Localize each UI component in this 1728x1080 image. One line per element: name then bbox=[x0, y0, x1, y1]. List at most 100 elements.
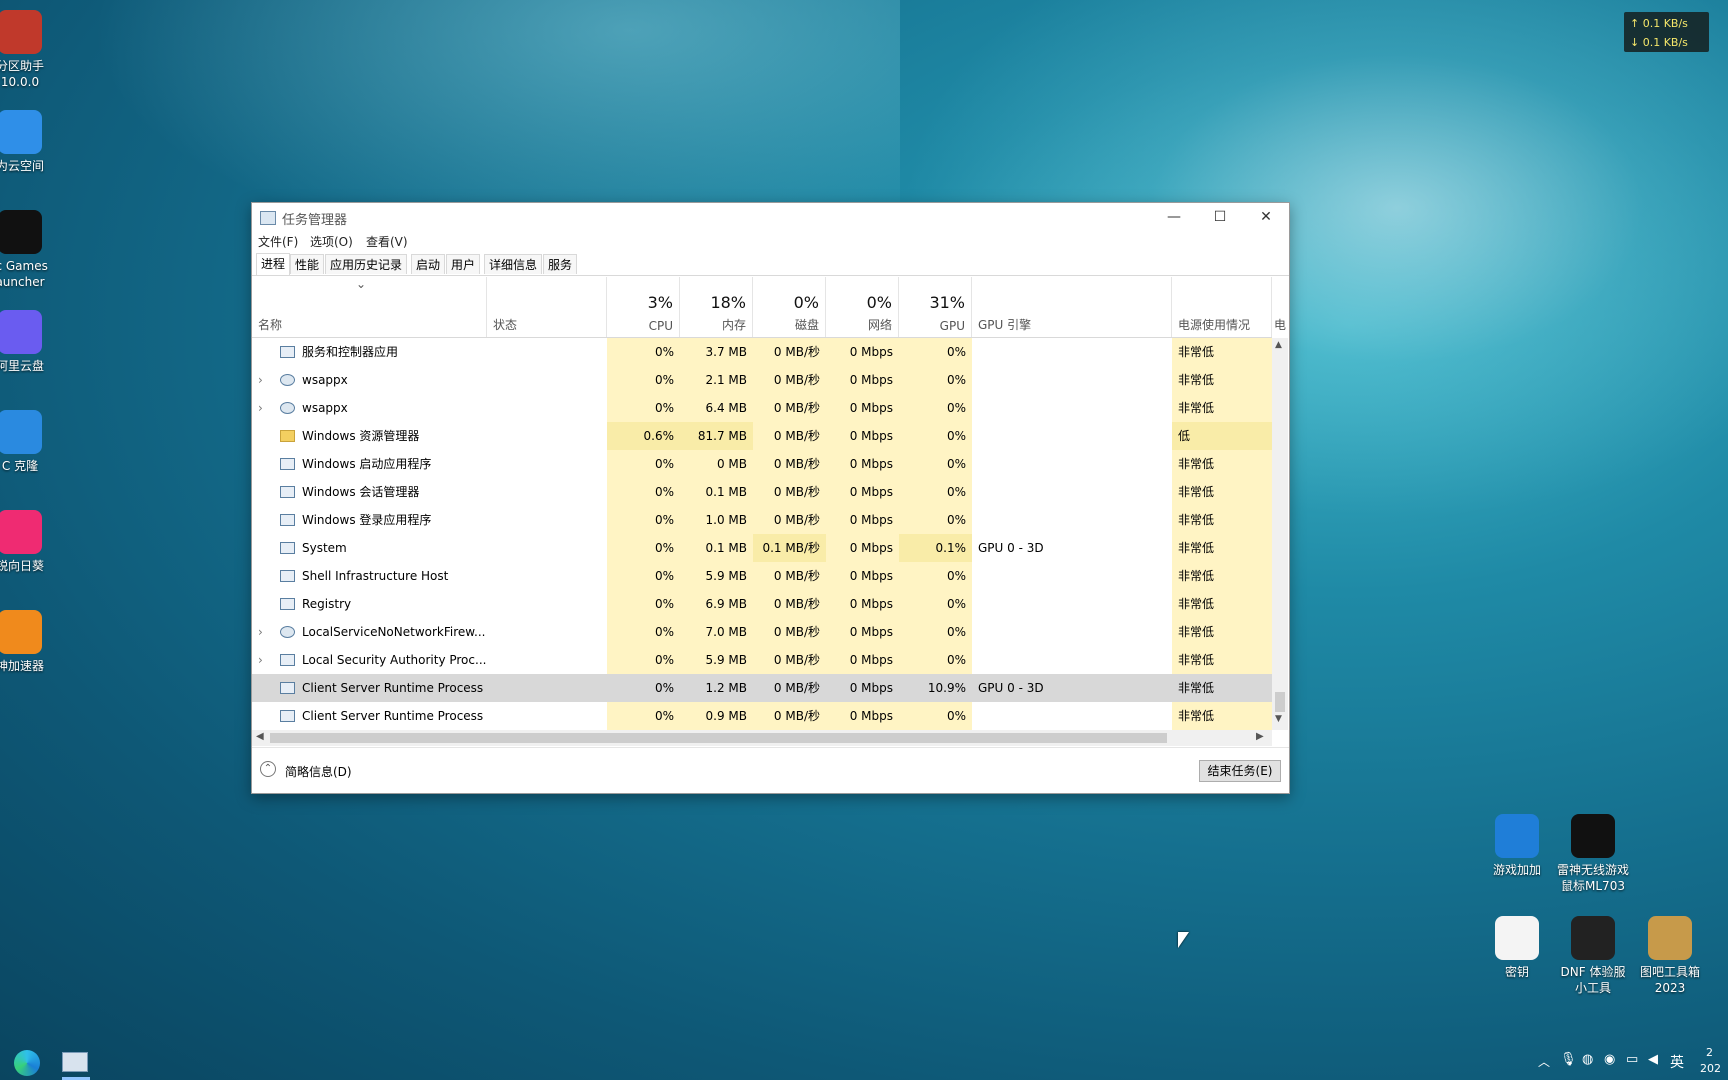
gpu-total: 31% bbox=[929, 293, 965, 312]
gpu-engine-cell bbox=[972, 590, 1172, 618]
table-row[interactable]: Windows 资源管理器 0.6% 81.7 MB 0 MB/秒 0 Mbps 0% 低 bbox=[252, 422, 1272, 450]
scroll-right-icon[interactable]: ▶ bbox=[1256, 731, 1264, 742]
microphone-icon[interactable]: 🎙 bbox=[1560, 1052, 1577, 1067]
expand-chevron-icon[interactable]: › bbox=[258, 366, 270, 394]
power-usage-cell: 非常低 bbox=[1172, 702, 1272, 730]
mem-cell: 6.4 MB bbox=[680, 394, 753, 422]
fewer-details-link[interactable]: 简略信息(D) bbox=[285, 763, 352, 780]
scroll-left-icon[interactable]: ◀ bbox=[256, 731, 264, 742]
col-power-usage[interactable]: 电源使用情况 bbox=[1172, 277, 1272, 337]
desktop-shortcut[interactable]: C 克隆 bbox=[0, 410, 65, 474]
menu-view[interactable]: 查看(V) bbox=[366, 233, 408, 250]
maximize-button[interactable]: ☐ bbox=[1197, 203, 1243, 231]
tab-processes[interactable]: 进程 bbox=[256, 253, 291, 275]
gpu-engine-cell bbox=[972, 450, 1172, 478]
tab-users[interactable]: 用户 bbox=[446, 254, 481, 274]
col-gpu-engine[interactable]: GPU 引擎 bbox=[972, 277, 1172, 337]
scroll-down-icon[interactable]: ▼ bbox=[1275, 714, 1282, 724]
vertical-scrollbar[interactable]: ▲ ▼ bbox=[1272, 338, 1288, 730]
expand-chevron-icon bbox=[258, 674, 270, 702]
disk-cell: 0 MB/秒 bbox=[753, 422, 826, 450]
network-icon[interactable]: ▭ bbox=[1626, 1052, 1638, 1067]
horizontal-scroll-thumb[interactable] bbox=[270, 733, 1167, 743]
edge-browser-icon[interactable] bbox=[14, 1050, 40, 1076]
clock-time[interactable]: 2 bbox=[1706, 1046, 1713, 1059]
col-power-trend[interactable]: 电 bbox=[1272, 277, 1289, 337]
cpu-cell: 0% bbox=[607, 366, 680, 394]
power-usage-cell: 非常低 bbox=[1172, 506, 1272, 534]
col-status[interactable]: 状态 bbox=[487, 277, 607, 337]
desktop-shortcut-label: ic Games auncher bbox=[0, 259, 48, 289]
window-icon bbox=[280, 598, 295, 610]
system-tray: ︿ 🎙 ◍ ◉ ▭ ◀ 英 2 202 bbox=[1534, 1044, 1728, 1080]
desktop-shortcut[interactable]: 图吧工具箱 2023 bbox=[1625, 916, 1715, 996]
table-row[interactable]: › Local Security Authority Proc... 0% 5.9 M… bbox=[252, 646, 1272, 674]
close-button[interactable]: ✕ bbox=[1243, 203, 1289, 231]
table-row[interactable]: Client Server Runtime Process 0% 0.9 MB 0 M… bbox=[252, 702, 1272, 730]
table-row[interactable]: Registry 0% 6.9 MB 0 MB/秒 0 Mbps 0% 非常低 bbox=[252, 590, 1272, 618]
desktop-shortcut[interactable]: 阿里云盘 bbox=[0, 310, 65, 374]
disk-cell: 0 MB/秒 bbox=[753, 674, 826, 702]
bottom-bar: ⌃ 简略信息(D) 结束任务(E) bbox=[252, 747, 1289, 793]
input-language-indicator[interactable]: 英 bbox=[1670, 1052, 1684, 1072]
tab-services[interactable]: 服务 bbox=[543, 254, 578, 274]
col-network[interactable]: 0% 网络 bbox=[826, 277, 899, 337]
expand-chevron-icon[interactable]: › bbox=[258, 618, 270, 646]
desktop-shortcut-label: C 克隆 bbox=[1, 459, 39, 473]
gpu-engine-cell bbox=[972, 506, 1172, 534]
table-row[interactable]: Windows 启动应用程序 0% 0 MB 0 MB/秒 0 Mbps 0% 非常低 bbox=[252, 450, 1272, 478]
vertical-scroll-thumb[interactable] bbox=[1275, 692, 1285, 712]
menu-options[interactable]: 选项(O) bbox=[310, 233, 353, 250]
table-row[interactable]: › wsappx 0% 6.4 MB 0 MB/秒 0 Mbps 0% 非常低 bbox=[252, 394, 1272, 422]
horizontal-scrollbar[interactable]: ◀ ▶ bbox=[252, 730, 1272, 746]
table-row[interactable]: Client Server Runtime Process 0% 1.2 MB 0 M… bbox=[252, 674, 1272, 702]
table-row[interactable]: 服务和控制器应用 0% 3.7 MB 0 MB/秒 0 Mbps 0% 非常低 bbox=[252, 338, 1272, 366]
col-name[interactable]: ⌄ 名称 bbox=[252, 277, 487, 337]
net-cell: 0 Mbps bbox=[826, 590, 899, 618]
qq-icon[interactable]: ◉ bbox=[1604, 1052, 1615, 1067]
tab-details[interactable]: 详细信息 bbox=[484, 254, 543, 274]
show-hidden-icons[interactable]: ︿ bbox=[1538, 1053, 1550, 1070]
table-row[interactable]: Windows 登录应用程序 0% 1.0 MB 0 MB/秒 0 Mbps 0% 非常低 bbox=[252, 506, 1272, 534]
collapse-chevron-icon[interactable]: ⌃ bbox=[260, 761, 276, 777]
gpu-cell: 0% bbox=[899, 702, 972, 730]
table-row[interactable]: Windows 会话管理器 0% 0.1 MB 0 MB/秒 0 Mbps 0% 非常低 bbox=[252, 478, 1272, 506]
minimize-button[interactable]: — bbox=[1151, 203, 1197, 231]
steam-icon[interactable]: ◍ bbox=[1582, 1052, 1593, 1067]
mem-cell: 0 MB bbox=[680, 450, 753, 478]
table-row[interactable]: Shell Infrastructure Host 0% 5.9 MB 0 MB/秒 0… bbox=[252, 562, 1272, 590]
task-manager-taskbar-icon[interactable] bbox=[62, 1052, 88, 1072]
expand-chevron-icon[interactable]: › bbox=[258, 646, 270, 674]
desktop-shortcut[interactable]: 雷神无线游戏 鼠标ML703 bbox=[1548, 814, 1638, 894]
table-row[interactable]: › wsappx 0% 2.1 MB 0 MB/秒 0 Mbps 0% 非常低 bbox=[252, 366, 1272, 394]
scroll-up-icon[interactable]: ▲ bbox=[1275, 340, 1282, 350]
tab-performance[interactable]: 性能 bbox=[290, 254, 325, 274]
col-gpu-engine-label: GPU 引擎 bbox=[978, 318, 1032, 332]
desktop-shortcut[interactable]: 锐向日葵 bbox=[0, 510, 65, 574]
table-row[interactable]: › LocalServiceNoNetworkFirew... 0% 7.0 MB 0 … bbox=[252, 618, 1272, 646]
volume-icon[interactable]: ◀ bbox=[1648, 1052, 1658, 1067]
expand-chevron-icon[interactable]: › bbox=[258, 394, 270, 422]
col-cpu[interactable]: 3% CPU bbox=[607, 277, 680, 337]
mem-cell: 0.1 MB bbox=[680, 478, 753, 506]
gpu-engine-cell: GPU 0 - 3D bbox=[978, 681, 1044, 695]
title-bar[interactable]: 任务管理器 — ☐ ✕ bbox=[252, 203, 1289, 231]
col-gpu[interactable]: 31% GPU bbox=[899, 277, 972, 337]
menu-file[interactable]: 文件(F) bbox=[258, 233, 298, 250]
gpu-cell: 0% bbox=[899, 618, 972, 646]
desktop-shortcut[interactable]: ic Games auncher bbox=[0, 210, 65, 290]
tab-startup[interactable]: 启动 bbox=[411, 254, 446, 274]
col-disk[interactable]: 0% 磁盘 bbox=[753, 277, 826, 337]
tab-app-history[interactable]: 应用历史记录 bbox=[325, 254, 408, 274]
desktop-shortcut[interactable]: 神加速器 bbox=[0, 610, 65, 674]
cpu-cell: 0% bbox=[607, 590, 680, 618]
desktop-shortcut[interactable]: 为云空间 bbox=[0, 110, 65, 174]
clock-date[interactable]: 202 bbox=[1700, 1062, 1721, 1075]
net-cell: 0 Mbps bbox=[826, 394, 899, 422]
col-memory[interactable]: 18% 内存 bbox=[680, 277, 753, 337]
partition-assistant-icon bbox=[0, 10, 42, 54]
desktop-shortcut[interactable]: 分区助手 10.0.0 bbox=[0, 10, 65, 90]
end-task-button[interactable]: 结束任务(E) bbox=[1199, 760, 1281, 782]
table-row[interactable]: System 0% 0.1 MB 0.1 MB/秒 0 Mbps 0.1% GPU 0 - … bbox=[252, 534, 1272, 562]
gpu-cell: 0% bbox=[899, 478, 972, 506]
